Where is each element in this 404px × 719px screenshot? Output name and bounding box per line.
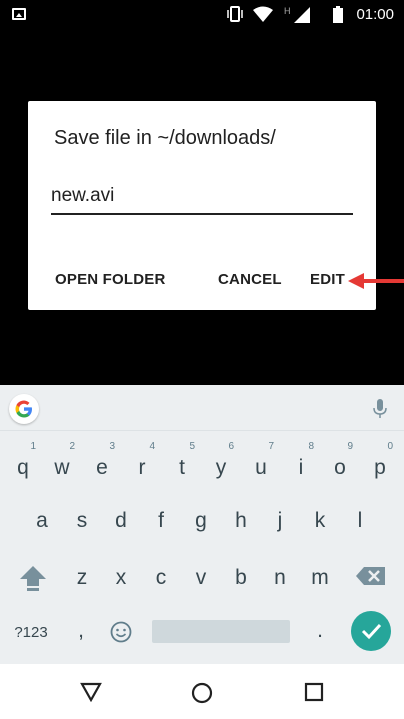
key-i[interactable]: 8i [283,442,319,488]
save-file-dialog: Save file in ~/downloads/ OPEN FOLDER CA… [28,101,376,310]
key-hint: 6 [228,441,234,452]
key-h[interactable]: h [223,501,259,541]
key-period[interactable]: . [302,611,338,651]
back-triangle-icon[interactable] [80,682,102,702]
key-hint: 2 [69,441,75,452]
key-r[interactable]: 4r [124,442,160,488]
red-arrow-annotation [348,273,404,289]
svg-text:H: H [284,6,291,16]
key-w[interactable]: 2w [44,442,80,488]
key-f[interactable]: f [143,501,179,541]
symbols-key[interactable]: ?123 [8,613,54,653]
status-bar: H 01:00 [0,0,404,30]
key-hint: 5 [189,441,195,452]
key-label: q [17,456,29,479]
key-u[interactable]: 7u [243,442,279,488]
backspace-icon[interactable] [356,566,386,586]
key-p[interactable]: 0p [362,442,398,488]
key-label: t [179,456,185,479]
image-icon [12,8,26,20]
key-q[interactable]: 1q [5,442,41,488]
key-z[interactable]: z [64,558,100,598]
clock: 01:00 [356,6,394,23]
key-label: u [255,456,267,479]
signal-h-icon: H [284,6,310,23]
key-label: r [138,456,146,479]
key-l[interactable]: l [342,501,378,541]
key-t[interactable]: 5t [164,442,200,488]
recents-square-icon[interactable] [304,682,324,702]
google-g-icon[interactable] [9,394,39,424]
key-label: y [215,456,227,479]
home-circle-icon[interactable] [191,682,213,704]
spacebar[interactable] [152,620,290,643]
key-hint: 9 [347,441,353,452]
key-m[interactable]: m [302,558,338,598]
key-hint: 8 [308,441,314,452]
cancel-button[interactable]: CANCEL [218,271,282,288]
navigation-bar [0,664,404,719]
open-folder-button[interactable]: OPEN FOLDER [55,271,166,288]
key-label: w [54,456,70,479]
key-a[interactable]: a [24,501,60,541]
dialog-title: Save file in ~/downloads/ [54,127,276,149]
key-o[interactable]: 9o [322,442,358,488]
filename-input[interactable] [51,183,353,215]
key-v[interactable]: v [183,558,219,598]
key-x[interactable]: x [103,558,139,598]
key-e[interactable]: 3e [84,442,120,488]
suggestion-bar [0,385,404,431]
key-c[interactable]: c [143,558,179,598]
emoji-icon[interactable] [110,621,132,643]
key-b[interactable]: b [223,558,259,598]
soft-keyboard: 1q 2w 3e 4r 5t 6y 7u 8i 9o 0p a s d f g … [0,385,404,664]
key-n[interactable]: n [262,558,298,598]
edit-button[interactable]: EDIT [310,271,345,288]
shift-icon[interactable] [18,563,48,593]
key-hint: 3 [109,441,115,452]
key-label: o [334,456,346,479]
key-label: e [96,456,108,479]
key-k[interactable]: k [302,501,338,541]
key-hint: 0 [387,441,393,452]
key-hint: 1 [30,441,36,452]
battery-icon [333,6,343,23]
vibrate-icon [227,6,243,22]
key-j[interactable]: j [262,501,298,541]
key-s[interactable]: s [64,501,100,541]
key-hint: 4 [149,441,155,452]
key-g[interactable]: g [183,501,219,541]
key-d[interactable]: d [103,501,139,541]
microphone-icon[interactable] [373,399,387,419]
key-label: i [298,456,304,479]
wifi-icon [253,6,273,22]
key-comma[interactable]: , [63,611,99,651]
checkmark-icon [361,623,382,640]
key-hint: 7 [268,441,274,452]
key-label: p [374,456,386,479]
key-y[interactable]: 6y [203,442,239,488]
done-button[interactable] [351,611,391,651]
